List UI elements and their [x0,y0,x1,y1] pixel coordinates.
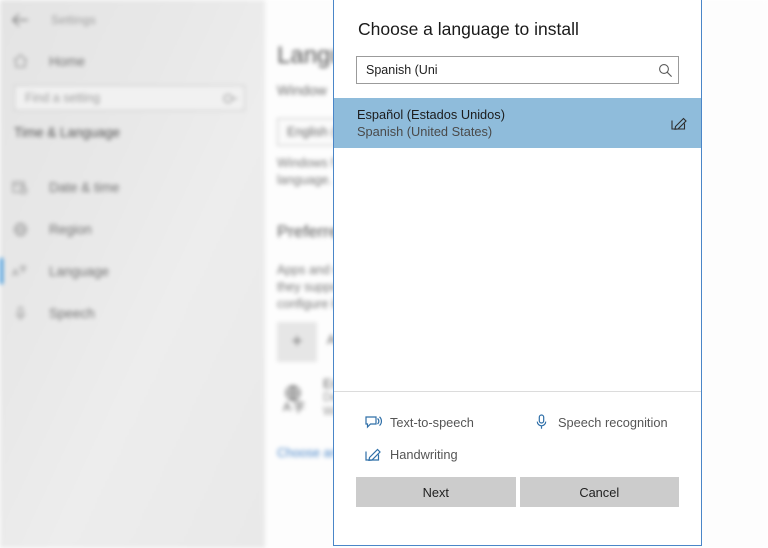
choose-method-link[interactable]: Choose an [277,446,337,460]
screen-root: Settings Home Find a setting Time & Lang… [0,0,768,548]
sidebar-item-date-time-label: Date & time [49,179,120,195]
display-language-description: Windows f language. [277,156,335,187]
feature-text-to-speech: Text-to-speech [334,406,514,438]
text-to-speech-icon [360,415,386,430]
language-option-texts: Español (Estados Unidos) Spanish (United… [357,106,657,140]
sidebar-item-language[interactable]: A 字 Language [0,250,265,292]
language-characters-icon: A 字 [0,264,40,278]
svg-text:字: 字 [293,399,305,413]
plus-icon: + [291,331,303,352]
selection-accent-bar [0,174,3,200]
selection-accent-bar [0,258,3,284]
feature-handwriting: Handwriting [334,438,514,470]
microphone-icon [0,306,40,321]
language-search-input[interactable] [357,57,652,83]
choose-language-dialog: Choose a language to install Español (Es… [333,0,702,546]
features-row-1: Text-to-speech Speech recognition [334,406,701,438]
language-features-section: Text-to-speech Speech recognition Handwr… [334,391,701,469]
sidebar-nav-list: Date & time Region A 字 Language Speech [0,166,265,334]
feature-speech-recognition: Speech recognition [514,406,694,438]
sidebar-item-region[interactable]: Region [0,208,265,250]
features-row-2-spacer [514,438,694,470]
feature-speech-recognition-label: Speech recognition [558,414,668,430]
dialog-button-bar: Next Cancel [334,469,701,545]
home-icon [0,54,40,68]
search-icon [220,89,238,107]
sidebar-item-speech[interactable]: Speech [0,292,265,334]
dialog-title: Choose a language to install [358,19,579,39]
language-globe-icon: A 字 [277,378,317,418]
selection-accent-bar [0,216,3,242]
calendar-clock-icon [0,180,40,195]
feature-handwriting-label: Handwriting [390,446,458,462]
window-titlebar: Settings [0,0,265,40]
feature-text-to-speech-label: Text-to-speech [390,414,474,430]
language-search-box[interactable] [356,56,679,84]
sidebar-item-date-time[interactable]: Date & time [0,166,265,208]
search-setting-input[interactable]: Find a setting [14,85,245,111]
search-icon[interactable] [652,63,678,78]
next-button[interactable]: Next [356,477,516,507]
search-setting-placeholder: Find a setting [25,91,101,105]
sidebar-item-home[interactable]: Home [0,45,265,77]
svg-text:字: 字 [19,264,27,274]
features-row-2: Handwriting [334,438,701,470]
handwriting-pen-icon [657,116,701,131]
sidebar-item-speech-label: Speech [49,305,95,321]
svg-text:A: A [283,400,291,413]
settings-sidebar: Settings Home Find a setting Time & Lang… [0,0,265,548]
add-language-button[interactable]: + [277,322,317,362]
back-arrow-icon[interactable] [0,5,40,35]
handwriting-pen-icon [360,447,386,462]
app-title: Settings [51,13,96,27]
cancel-button[interactable]: Cancel [519,477,679,507]
sidebar-item-home-label: Home [49,53,86,69]
language-english-name: Spanish (United States) [357,124,493,139]
sidebar-group-header: Time & Language [14,125,121,140]
microphone-icon [528,414,554,430]
sidebar-item-region-label: Region [49,221,92,237]
display-language-label: Window [277,82,327,98]
language-results-list[interactable]: Español (Estados Unidos) Spanish (United… [334,98,701,391]
globe-region-icon [0,222,40,237]
language-native-name: Español (Estados Unidos) [357,107,505,122]
list-item[interactable]: Español (Estados Unidos) Spanish (United… [334,98,701,148]
svg-text:A: A [12,268,19,278]
selection-accent-bar [0,300,3,326]
sidebar-item-language-label: Language [49,263,110,279]
